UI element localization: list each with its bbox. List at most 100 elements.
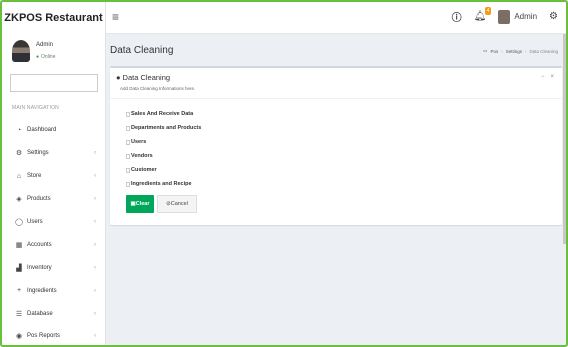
scrollbar[interactable] <box>563 34 566 244</box>
option-sales-receive: Sales And Receive Data <box>126 107 201 121</box>
box-tools: − × <box>541 74 554 80</box>
sidebar: Admin ● Online MAIN NAVIGATION ◔ Dashboard… <box>2 34 106 345</box>
info-icon[interactable]: ⓘ <box>452 9 462 24</box>
checkbox-label[interactable]: Ingredients and Recipe <box>131 181 192 187</box>
gear-icon[interactable]: ⚙ <box>549 11 558 22</box>
divider <box>110 98 562 99</box>
option-departments-products: Departments and Products <box>126 121 201 135</box>
breadcrumb-current: Data Cleaning <box>529 48 558 54</box>
app-window: ZKPOS Restaurant ≡ ⓘ 🔔︎ 4 Admin ⚙ Admin ●… <box>0 0 568 347</box>
data-cleaning-box: ● Data Cleaning Add Data Cleaning Inform… <box>110 66 562 225</box>
sidebar-item-pos-reports[interactable]: ◉ Pos Reports ‹ <box>2 325 106 345</box>
box-title: ● Data Cleaning <box>116 73 170 82</box>
cancel-button-label: Cancel <box>170 201 188 207</box>
chevron-left-icon: ‹ <box>94 310 96 317</box>
minimize-icon[interactable]: − <box>541 74 545 80</box>
option-ingredients-recipe: Ingredients and Recipe <box>126 177 201 191</box>
sidebar-item-settings[interactable]: ⚙ Settings ‹ <box>2 142 106 165</box>
page-title: Data Cleaning <box>110 45 174 56</box>
checkbox[interactable] <box>126 111 130 117</box>
clear-button-label: Clear <box>135 201 150 207</box>
user-status-label: Online <box>41 54 56 60</box>
sidebar-nav: ◔ Dashboard ⚙ Settings ‹ ⌂ Store ‹ ◈ Products ‹… <box>2 119 106 345</box>
checkbox[interactable] <box>126 153 130 159</box>
checkbox-label[interactable]: Vendors <box>131 153 153 159</box>
sidebar-item-label: Products <box>27 196 51 203</box>
top-right-menu: ⓘ 🔔︎ 4 Admin ⚙ <box>452 7 558 24</box>
user-icon: ◯ <box>15 219 23 226</box>
user-status: ● Online <box>36 54 55 60</box>
checkbox[interactable] <box>126 167 130 173</box>
sidebar-item-database[interactable]: ☰ Database ‹ <box>2 302 106 325</box>
avatar <box>498 9 511 24</box>
chart-icon: ▟ <box>16 264 22 272</box>
online-dot-icon: ● <box>36 54 40 60</box>
sidebar-item-label: Users <box>27 219 43 225</box>
checkbox[interactable] <box>126 181 130 187</box>
sidebar-item-label: Accounts <box>27 241 52 248</box>
checkbox-label[interactable]: Users <box>131 139 146 145</box>
breadcrumb-separator: › <box>501 48 503 54</box>
cancel-button[interactable]: ⊘ Cancel <box>157 195 197 213</box>
chevron-left-icon: ‹ <box>94 219 96 225</box>
chevron-left-icon: ‹ <box>94 241 96 248</box>
breadcrumb-parent[interactable]: Settings <box>506 49 522 54</box>
checkbox-label[interactable]: Customer <box>131 167 157 173</box>
checkbox[interactable] <box>126 139 130 145</box>
sidebar-item-label: Store <box>27 173 42 180</box>
notification-badge: 4 <box>484 7 492 15</box>
checkbox[interactable] <box>126 125 130 131</box>
user-menu-label: Admin <box>514 11 538 21</box>
database-icon: ☰ <box>15 310 23 318</box>
bell-icon[interactable]: 🔔︎ 4 <box>474 7 492 22</box>
content-header: Data Cleaning ▭ Pos › Settings › Data Cl… <box>110 38 562 64</box>
sidebar-item-store[interactable]: ⌂ Store ‹ <box>2 165 106 188</box>
eye-icon: ◉ <box>15 333 23 341</box>
breadcrumb-home[interactable]: Pos <box>490 49 498 54</box>
sidebar-item-label: Inventory <box>27 264 52 271</box>
avatar <box>12 40 30 62</box>
user-panel: Admin ● Online <box>2 34 105 70</box>
monitor-icon: ▭ <box>483 48 488 53</box>
table-icon: ▦ <box>15 241 23 249</box>
sidebar-item-inventory[interactable]: ▟ Inventory ‹ <box>2 256 106 279</box>
box-title-label: Data Cleaning <box>122 73 171 82</box>
user-name: Admin <box>36 42 54 48</box>
chevron-left-icon: ‹ <box>94 287 96 294</box>
sidebar-item-label: Ingredients <box>27 287 57 294</box>
sidebar-item-products[interactable]: ◈ Products ‹ <box>2 188 106 211</box>
plus-icon: + <box>16 287 22 295</box>
option-customer: Customer <box>126 163 201 177</box>
sidebar-item-users[interactable]: ◯ Users ‹ <box>2 211 106 234</box>
sidebar-item-label: Dashboard <box>27 127 57 134</box>
clear-button[interactable]: ▣ Clear <box>126 195 154 213</box>
sidebar-item-label: Settings <box>27 150 49 157</box>
close-icon[interactable]: × <box>550 74 554 80</box>
action-buttons: ▣ Clear ⊘ Cancel <box>126 195 197 213</box>
chevron-left-icon: ‹ <box>94 150 96 157</box>
gear-icon: ⚙ <box>15 150 23 158</box>
menu-icon[interactable]: ≡ <box>112 10 119 24</box>
checkbox-label[interactable]: Sales And Receive Data <box>131 111 193 117</box>
checkbox-label[interactable]: Departments and Products <box>131 125 201 131</box>
option-vendors: Vendors <box>126 149 201 163</box>
cleaning-options: Sales And Receive Data Departments and P… <box>126 107 201 191</box>
breadcrumb-separator: › <box>524 48 527 54</box>
chevron-left-icon: ‹ <box>94 173 96 180</box>
sidebar-item-accounts[interactable]: ▦ Accounts ‹ <box>2 233 106 256</box>
sidebar-item-ingredients[interactable]: + Ingredients ‹ <box>2 279 106 302</box>
box-subtitle: Add Data Cleaning Informations here. <box>120 86 196 91</box>
tag-icon: ◈ <box>16 196 22 204</box>
chevron-left-icon: ‹ <box>94 264 96 271</box>
top-navbar: ≡ ⓘ 🔔︎ 4 Admin ⚙ <box>106 2 566 34</box>
chevron-left-icon: ‹ <box>94 333 96 340</box>
sidebar-search-input[interactable] <box>10 74 98 92</box>
sidebar-item-label: Database <box>27 310 53 317</box>
option-users: Users <box>126 135 201 149</box>
breadcrumb: ▭ Pos › Settings › Data Cleaning <box>483 48 558 54</box>
brand-logo[interactable]: ZKPOS Restaurant <box>2 2 106 34</box>
circle-icon: ● <box>116 73 121 82</box>
sidebar-item-dashboard[interactable]: ◔ Dashboard <box>2 119 106 142</box>
sidebar-item-label: Pos Reports <box>27 333 61 340</box>
user-menu[interactable]: Admin <box>498 9 538 24</box>
